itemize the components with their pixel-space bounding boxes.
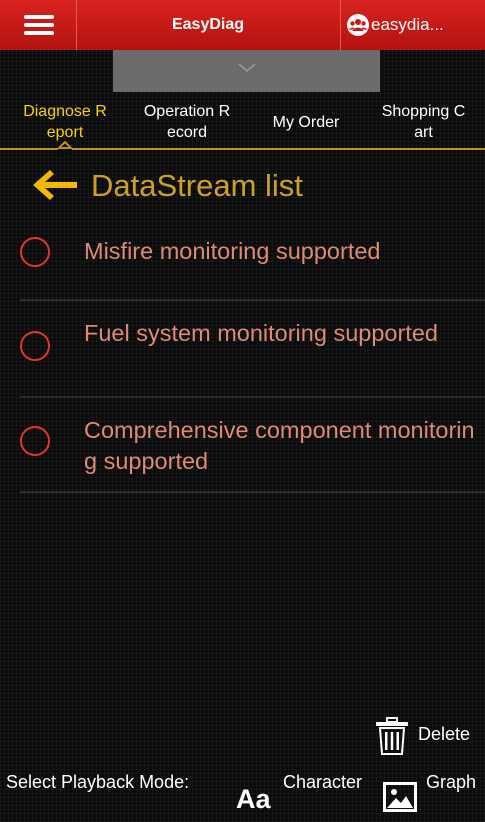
radio-button[interactable]	[20, 426, 50, 456]
list-item-label: Comprehensive component monitoring suppo…	[84, 417, 475, 474]
tab-underline	[0, 148, 485, 150]
character-mode-button[interactable]: Character	[283, 770, 373, 794]
title-bar: EasyDiag easydia...	[0, 0, 485, 50]
divider	[20, 299, 485, 301]
tab-shopping-cart[interactable]: Shopping C art	[362, 96, 485, 148]
graph-mode-button[interactable]: Graph	[426, 770, 485, 794]
image-graph-icon[interactable]	[383, 782, 417, 812]
divider	[20, 396, 485, 398]
radio-button[interactable]	[20, 331, 50, 361]
back-arrow-icon[interactable]	[33, 166, 79, 204]
app-title: EasyDiag	[76, 0, 341, 50]
radio-button[interactable]	[20, 237, 50, 267]
tab-label-line: Shopping C	[381, 103, 466, 120]
tab-label-line: art	[414, 124, 433, 141]
tab-label-line: Diagnose R	[23, 103, 107, 120]
list-item-label: Fuel system monitoring supported	[84, 320, 438, 346]
delete-label: Delete	[418, 724, 471, 744]
list-item-label: Misfire monitoring supported	[84, 238, 381, 264]
account-label: easydia...	[371, 15, 444, 34]
list-item[interactable]: Comprehensive component monitoring suppo…	[0, 413, 485, 491]
bottom-bar: Select Playback Mode: Aa Character Graph	[0, 764, 485, 822]
playback-mode-label: Select Playback Mode:	[6, 772, 190, 792]
text-mode-icon[interactable]: Aa	[236, 784, 271, 815]
tab-label-line: My Order	[272, 113, 340, 131]
active-tab-indicator	[58, 140, 72, 154]
trash-icon	[376, 717, 408, 755]
chevron-down-icon	[238, 63, 256, 72]
page-title: DataStream list	[91, 168, 303, 203]
tab-operation-record[interactable]: Operation R ecord	[124, 96, 250, 148]
tab-label-line: Operation R	[143, 103, 231, 120]
tab-my-order[interactable]: My Order	[250, 96, 362, 148]
list-item[interactable]: Fuel system monitoring supported	[0, 316, 485, 396]
user-group-icon	[347, 14, 369, 36]
tab-bar: Diagnose Report Operation Record My Orde…	[0, 96, 485, 148]
delete-button[interactable]: Delete	[374, 716, 485, 756]
collapse-handle[interactable]	[113, 50, 380, 92]
menu-button[interactable]	[0, 0, 77, 50]
divider	[20, 491, 485, 493]
list-item[interactable]: Misfire monitoring supported	[0, 232, 485, 300]
tab-label-line: ecord	[166, 124, 207, 141]
account-button[interactable]: easydia...	[341, 0, 485, 50]
